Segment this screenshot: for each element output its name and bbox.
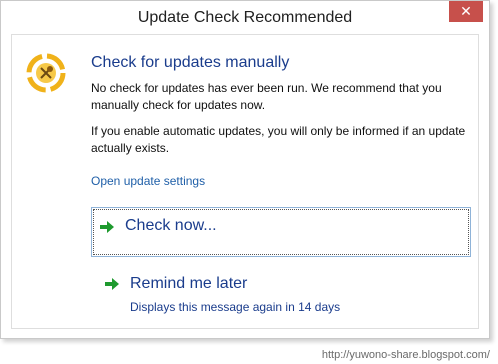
remind-me-later-label: Remind me later xyxy=(130,275,248,292)
windows-update-icon xyxy=(26,53,66,93)
description-paragraph-2: If you enable automatic updates, you wil… xyxy=(91,124,466,155)
check-now-button[interactable]: Check now... xyxy=(91,207,471,257)
dialog-content: Check for updates manually No check for … xyxy=(11,34,479,329)
green-arrow-icon xyxy=(105,278,119,290)
titlebar: Update Check Recommended ✕ xyxy=(1,1,489,34)
open-update-settings-link[interactable]: Open update settings xyxy=(91,174,205,188)
main-heading: Check for updates manually xyxy=(91,54,290,71)
green-arrow-icon xyxy=(100,221,114,233)
watermark-text: http://yuwono-share.blogspot.com/ xyxy=(321,349,490,361)
remind-me-later-button[interactable]: Remind me later Displays this message ag… xyxy=(91,267,471,321)
dialog-title: Update Check Recommended xyxy=(137,9,353,26)
dialog-window: Update Check Recommended ✕ Check for upd… xyxy=(0,0,490,339)
check-now-label: Check now... xyxy=(125,217,217,234)
close-icon: ✕ xyxy=(460,3,472,19)
description-paragraph-1: No check for updates has ever been run. … xyxy=(91,81,442,112)
close-button[interactable]: ✕ xyxy=(449,1,483,22)
remind-me-later-subtext: Displays this message again in 14 days xyxy=(130,300,341,314)
